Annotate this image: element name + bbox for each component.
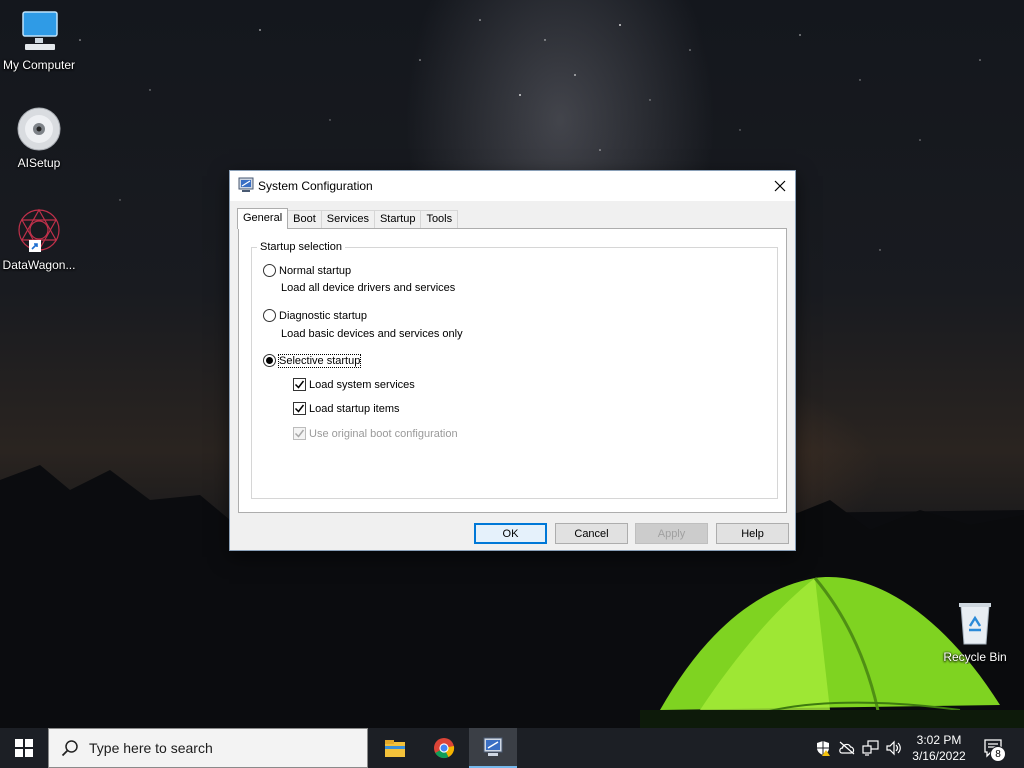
taskbar-system-configuration[interactable]	[469, 728, 517, 768]
desktop-icon-aisetup[interactable]: AISetup	[0, 106, 78, 170]
taskbar: Type here to search 3:02 PM 3/16/2022 8	[0, 728, 1024, 768]
tab-startup[interactable]: Startup	[373, 210, 422, 229]
general-tab-panel: Startup selection Normal startup Load al…	[238, 228, 787, 513]
shield-warning-icon	[817, 741, 830, 756]
cd-icon	[17, 107, 61, 151]
desktop-icon-label: DataWagon...	[2, 258, 76, 272]
option-description: Load all device drivers and services	[281, 282, 456, 294]
radio-button[interactable]	[263, 264, 276, 277]
taskbar-search-box[interactable]: Type here to search	[48, 728, 368, 768]
checkmark-icon	[294, 429, 305, 438]
radio-button[interactable]	[263, 309, 276, 322]
group-title: Startup selection	[257, 241, 345, 253]
taskbar-clock[interactable]: 3:02 PM 3/16/2022	[906, 732, 972, 764]
checkbox-use-original-boot-configuration: Use original boot configuration	[293, 427, 458, 440]
checkbox-load-system-services[interactable]: Load system services	[293, 378, 415, 391]
option-label: Normal startup	[279, 264, 352, 277]
tab-tools[interactable]: Tools	[420, 210, 459, 229]
chrome-icon	[434, 738, 455, 759]
checkbox-label: Load system services	[309, 378, 415, 391]
checkbox[interactable]	[293, 402, 306, 415]
option-label: Selective startup	[277, 353, 362, 368]
checkbox	[293, 427, 306, 440]
network-icon	[862, 740, 879, 756]
monitor-icon	[22, 11, 58, 50]
radio-button[interactable]	[263, 354, 276, 367]
desktop-icon-label: Recycle Bin	[943, 650, 1007, 664]
apply-button: Apply	[635, 523, 708, 544]
speaker-icon	[886, 740, 901, 756]
system-configuration-dialog: System Configuration General Boot Servic…	[229, 170, 796, 551]
volume-tray[interactable]	[884, 738, 904, 758]
tab-strip: General Boot Services Startup Tools	[237, 208, 459, 229]
system-configuration-icon	[483, 737, 503, 756]
desktop-icon-my-computer[interactable]: My Computer	[0, 8, 78, 72]
datawagon-shortcut-icon	[18, 208, 60, 252]
system-configuration-icon	[238, 177, 254, 192]
option-description: Load basic devices and services only	[281, 328, 463, 340]
checkbox-label: Use original boot configuration	[309, 427, 458, 440]
windows-logo-icon	[15, 739, 33, 757]
dialog-title: System Configuration	[258, 179, 373, 193]
clock-time: 3:02 PM	[916, 733, 962, 747]
cloud-offline-icon	[839, 741, 855, 755]
checkbox-label: Load startup items	[309, 402, 400, 415]
desktop-icon-recycle-bin[interactable]: Recycle Bin	[936, 600, 1014, 664]
option-label: Diagnostic startup	[279, 309, 368, 322]
close-button[interactable]	[765, 171, 795, 201]
file-explorer-icon	[385, 740, 405, 757]
notification-count-badge: 8	[990, 746, 1006, 762]
onedrive-tray[interactable]	[837, 738, 857, 758]
cancel-button[interactable]: Cancel	[555, 523, 628, 544]
radio-diagnostic-startup[interactable]: Diagnostic startup	[263, 309, 367, 322]
desktop-icon-label: My Computer	[2, 58, 76, 72]
dialog-titlebar[interactable]: System Configuration	[230, 171, 795, 201]
windows-security-tray[interactable]	[813, 738, 833, 758]
checkmark-icon	[294, 380, 305, 389]
desktop-icon-label: AISetup	[17, 156, 61, 170]
search-placeholder: Type here to search	[89, 740, 213, 756]
recycle-bin-icon	[959, 603, 991, 645]
ok-button[interactable]: OK	[474, 523, 547, 544]
checkmark-icon	[294, 404, 305, 413]
radio-selective-startup[interactable]: Selective startup	[263, 353, 362, 368]
help-button[interactable]: Help	[716, 523, 789, 544]
start-button[interactable]	[0, 728, 48, 768]
tab-boot[interactable]: Boot	[287, 210, 322, 229]
checkbox[interactable]	[293, 378, 306, 391]
search-icon	[61, 740, 78, 757]
taskbar-chrome[interactable]	[420, 728, 468, 768]
tab-general[interactable]: General	[237, 208, 289, 229]
network-tray[interactable]	[861, 738, 881, 758]
radio-normal-startup[interactable]: Normal startup	[263, 264, 351, 277]
taskbar-file-explorer[interactable]	[371, 728, 419, 768]
clock-date: 3/16/2022	[912, 749, 966, 763]
checkbox-load-startup-items[interactable]: Load startup items	[293, 402, 400, 415]
close-icon	[774, 180, 786, 192]
desktop-icon-datawagon[interactable]: DataWagon...	[0, 206, 78, 272]
tab-services[interactable]: Services	[320, 210, 375, 229]
